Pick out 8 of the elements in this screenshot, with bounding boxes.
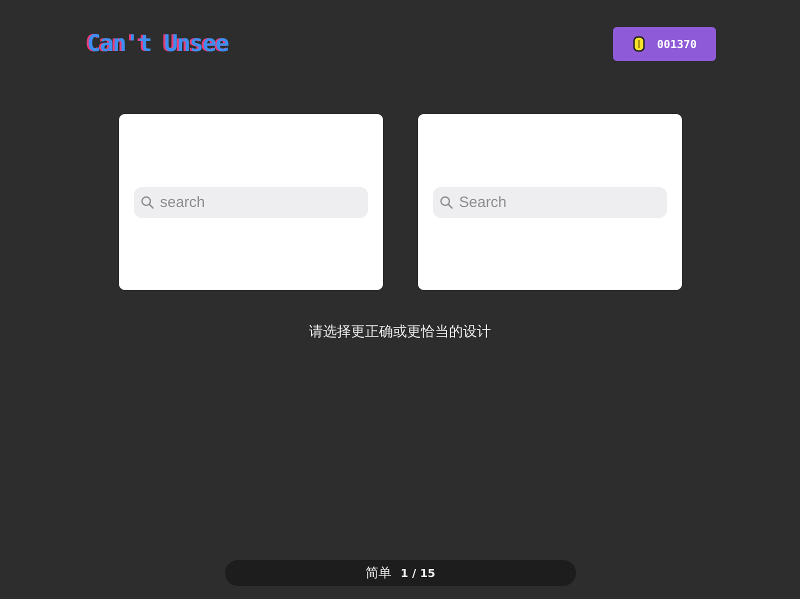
design-option-card[interactable]: search bbox=[119, 114, 383, 290]
instruction-text: 请选择更正确或更恰当的设计 bbox=[308, 323, 492, 341]
search-field[interactable]: Search bbox=[433, 186, 667, 218]
logo-title: Can't Unsee bbox=[87, 31, 228, 57]
coin-counter-button[interactable]: 001370 bbox=[613, 27, 716, 61]
design-option-card[interactable]: Search bbox=[418, 114, 682, 290]
coin-icon bbox=[633, 36, 645, 52]
search-field[interactable]: search bbox=[134, 186, 368, 218]
